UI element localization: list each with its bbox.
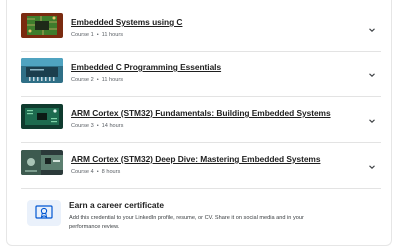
course-item-1[interactable]: Embedded Systems using C Course 1 • 11 hou… [21,7,395,51]
chevron-down-icon[interactable] [366,69,378,81]
microcontroller-thumbnail [21,58,63,83]
chevron-down-icon[interactable] [366,24,378,36]
course-meta: Course 4 • 8 hours [71,169,120,175]
certificate-title: Earn a career certificate [69,200,164,210]
chevron-down-icon[interactable] [366,115,378,127]
course-title[interactable]: ARM Cortex (STM32) Deep Dive: Mastering … [71,154,321,164]
circuit-board-thumbnail [21,13,63,38]
course-meta: Course 3 • 14 hours [71,123,123,129]
course-duration: 8 hours [101,169,121,175]
separator: • [96,32,99,38]
electronics-thumbnail [21,150,63,175]
course-label: Course 3 [71,123,94,129]
course-meta: Course 1 • 11 hours [71,32,123,38]
course-title[interactable]: ARM Cortex (STM32) Fundamentals: Buildin… [71,108,331,118]
divider [21,142,381,143]
course-duration: 14 hours [101,123,124,129]
course-duration: 11 hours [101,77,124,83]
divider [21,188,381,189]
course-list-panel: Embedded Systems using C Course 1 • 11 hou… [6,0,392,246]
course-item-3[interactable]: ARM Cortex (STM32) Fundamentals: Buildin… [21,98,395,142]
course-title[interactable]: Embedded Systems using C [71,17,182,27]
course-item-2[interactable]: Embedded C Programming Essentials Course… [21,52,395,96]
divider [21,96,381,97]
certificate-icon [27,200,61,226]
dev-board-thumbnail [21,104,63,129]
course-title[interactable]: Embedded C Programming Essentials [71,62,221,72]
course-meta: Course 2 • 11 hours [71,77,123,83]
chevron-down-icon[interactable] [366,161,378,173]
course-label: Course 2 [71,77,94,83]
separator: • [96,169,99,175]
separator: • [96,123,99,129]
course-label: Course 4 [71,169,94,175]
separator: • [96,77,99,83]
course-duration: 11 hours [101,32,124,38]
course-item-4[interactable]: ARM Cortex (STM32) Deep Dive: Mastering … [21,144,395,188]
course-label: Course 1 [71,32,94,38]
certificate-description: Add this credential to your LinkedIn pro… [69,215,304,230]
